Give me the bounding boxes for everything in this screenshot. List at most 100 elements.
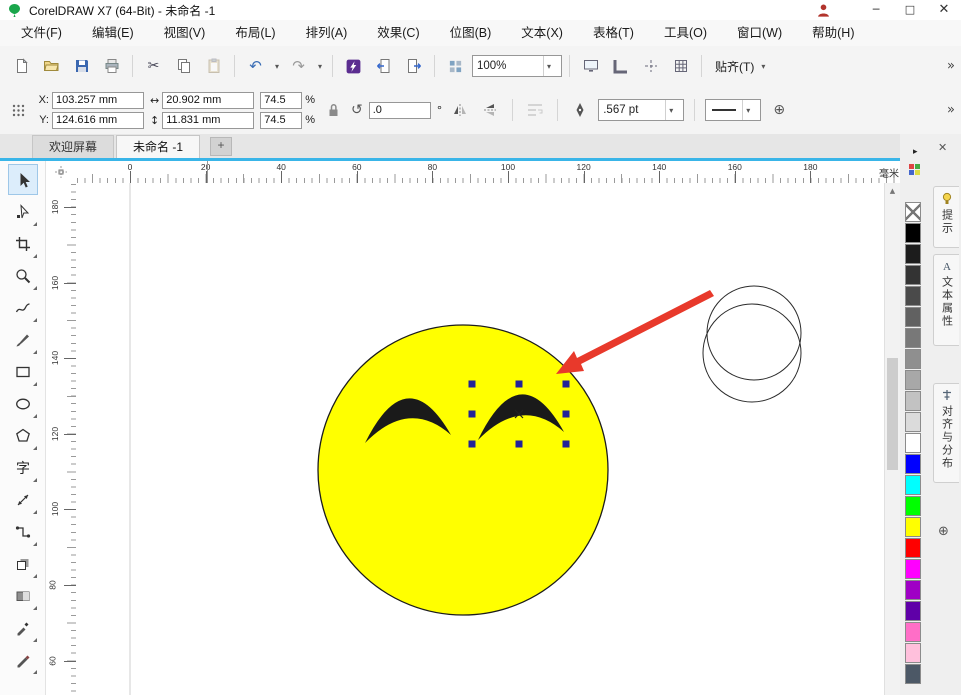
new-document-tab-button[interactable]: + <box>210 137 233 156</box>
ellipse-tool[interactable] <box>8 388 38 419</box>
tab-untitled-1[interactable]: 未命名 -1 <box>116 135 201 158</box>
crop-tool[interactable] <box>8 228 38 259</box>
mirror-vertical-button[interactable] <box>478 98 502 122</box>
menu-text[interactable]: 文本(X) <box>506 20 578 46</box>
y-position-input[interactable] <box>52 111 144 129</box>
color-swatch-50-black[interactable] <box>905 328 921 348</box>
show-rulers-button[interactable] <box>607 53 634 79</box>
rotation-angle-input[interactable] <box>368 101 431 119</box>
color-swatch-80-black[interactable] <box>905 265 921 285</box>
drawing-canvas[interactable] <box>76 183 884 695</box>
object-position-grid-icon[interactable] <box>6 98 30 122</box>
paste-button[interactable] <box>200 53 227 79</box>
menu-arrange[interactable]: 排列(A) <box>291 20 363 46</box>
quick-customize-button[interactable]: ⊕ <box>767 98 791 122</box>
menu-bitmaps[interactable]: 位图(B) <box>435 20 507 46</box>
color-swatch-light-pink[interactable] <box>905 643 921 663</box>
zoom-tool[interactable] <box>8 260 38 291</box>
shape-tool[interactable] <box>8 196 38 227</box>
undo-button[interactable]: ↶ <box>242 53 269 79</box>
red-pointer-arrow[interactable] <box>556 290 714 374</box>
polygon-tool[interactable] <box>8 420 38 451</box>
color-swatch-70-black[interactable] <box>905 286 921 306</box>
undo-dropdown-caret[interactable]: ▾ <box>272 62 282 71</box>
color-swatch-60-black[interactable] <box>905 307 921 327</box>
redo-dropdown-caret[interactable]: ▾ <box>315 62 325 71</box>
zoom-dropdown-caret[interactable]: ▾ <box>543 56 557 76</box>
ruler-origin-corner[interactable] <box>46 161 77 184</box>
user-account-icon[interactable] <box>816 3 831 18</box>
drop-shadow-tool[interactable] <box>8 548 38 579</box>
color-swatch-30-black[interactable] <box>905 370 921 390</box>
menu-table[interactable]: 表格(T) <box>578 20 649 46</box>
print-button[interactable] <box>98 53 125 79</box>
transparency-tool[interactable] <box>8 580 38 611</box>
parallel-dimension-tool[interactable] <box>8 484 38 515</box>
color-swatch-blue[interactable] <box>905 454 921 474</box>
open-button[interactable] <box>38 53 65 79</box>
fullscreen-preview-button[interactable] <box>577 53 604 79</box>
color-swatch-cyan[interactable] <box>905 475 921 495</box>
scale-vertical-input[interactable] <box>260 111 303 129</box>
color-swatch-no-fill[interactable] <box>905 202 921 222</box>
outline-width-caret[interactable]: ▾ <box>665 100 679 120</box>
color-swatch-pink[interactable] <box>905 622 921 642</box>
close-button[interactable]: ✕ <box>927 0 961 20</box>
vertical-ruler[interactable]: 180 160 140 120 100 80 60 <box>46 183 77 695</box>
line-style-caret[interactable]: ▾ <box>742 100 756 120</box>
color-swatch-green[interactable] <box>905 496 921 516</box>
zoom-level-select[interactable]: 100% ▾ <box>472 55 562 77</box>
show-grid-button[interactable] <box>667 53 694 79</box>
color-swatch-slate[interactable] <box>905 664 921 684</box>
scrollbar-thumb[interactable] <box>887 358 898 470</box>
cut-button[interactable]: ✂ <box>140 53 167 79</box>
x-position-input[interactable] <box>52 91 144 109</box>
line-style-select[interactable]: ▾ <box>705 99 762 121</box>
horizontal-ruler[interactable]: 0 20 40 60 80 100 120 140 160 180 毫米 <box>76 161 905 184</box>
redo-button[interactable]: ↷ <box>285 53 312 79</box>
copy-button[interactable] <box>170 53 197 79</box>
object-width-input[interactable] <box>162 91 255 109</box>
menu-view[interactable]: 视图(V) <box>149 20 221 46</box>
color-swatch-90-black[interactable] <box>905 244 921 264</box>
rectangle-tool[interactable] <box>8 356 38 387</box>
palette-flyout-arrow-icon[interactable]: ▸ <box>913 147 918 157</box>
export-button[interactable] <box>400 53 427 79</box>
vertical-scrollbar[interactable]: ▲ <box>884 183 900 695</box>
docker-tab-hints[interactable]: 提示 <box>933 186 959 248</box>
menu-layout[interactable]: 布局(L) <box>220 20 290 46</box>
color-swatch-white[interactable] <box>905 433 921 453</box>
color-eyedropper-tool[interactable] <box>8 612 38 643</box>
menu-window[interactable]: 窗口(W) <box>722 20 797 46</box>
object-height-input[interactable] <box>162 111 255 129</box>
color-swatch-yellow[interactable] <box>905 517 921 537</box>
outline-pen-tool[interactable] <box>8 644 38 675</box>
color-swatch-10-black[interactable] <box>905 412 921 432</box>
outlined-circles-pair[interactable] <box>702 285 802 403</box>
color-swatch-violet[interactable] <box>905 601 921 621</box>
docker-tab-text-properties[interactable]: A 文本属性 <box>933 254 959 346</box>
color-swatch-black[interactable] <box>905 223 921 243</box>
color-swatch-red[interactable] <box>905 538 921 558</box>
color-swatch-20-black[interactable] <box>905 391 921 411</box>
menu-file[interactable]: 文件(F) <box>6 20 77 46</box>
toolbar-overflow-button[interactable]: » <box>947 59 955 74</box>
freehand-tool[interactable] <box>8 292 38 323</box>
palette-options-icon[interactable] <box>908 163 921 176</box>
minimize-button[interactable]: ─ <box>859 0 893 20</box>
text-tool[interactable]: 字 <box>8 452 38 483</box>
menu-help[interactable]: 帮助(H) <box>797 20 869 46</box>
save-button[interactable] <box>68 53 95 79</box>
artistic-media-tool[interactable] <box>8 324 38 355</box>
scrollbar-up-arrow[interactable]: ▲ <box>885 183 900 198</box>
maximize-button[interactable]: □ <box>893 0 927 20</box>
color-swatch-40-black[interactable] <box>905 349 921 369</box>
color-swatch-purple[interactable] <box>905 580 921 600</box>
menu-effects[interactable]: 效果(C) <box>362 20 434 46</box>
color-swatch-magenta[interactable] <box>905 559 921 579</box>
outline-width-select[interactable]: .567 pt ▾ <box>598 99 685 121</box>
docker-quick-customize-icon[interactable]: ⊕ <box>938 524 949 539</box>
show-guidelines-button[interactable] <box>637 53 664 79</box>
snap-to-button[interactable]: 贴齐(T) ▾ <box>709 58 774 75</box>
wrap-text-button[interactable] <box>523 98 547 122</box>
